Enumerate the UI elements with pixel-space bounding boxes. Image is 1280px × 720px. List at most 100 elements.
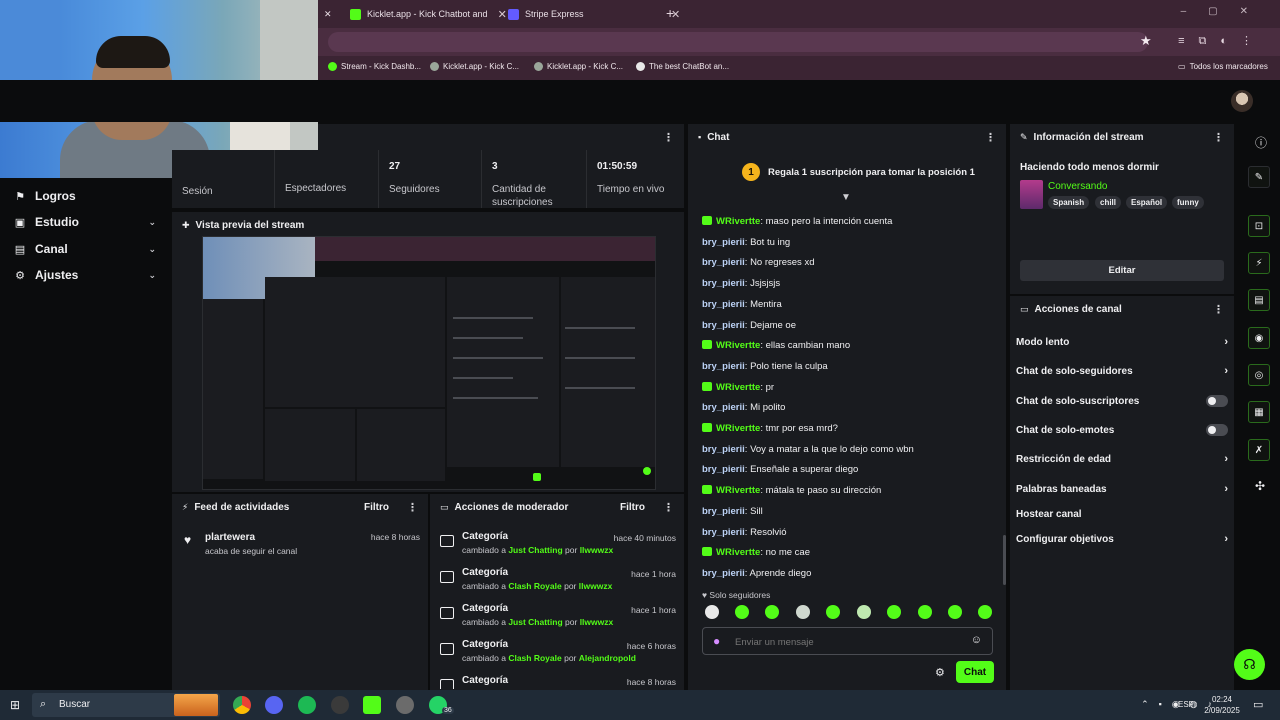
- emote-icon[interactable]: [826, 605, 840, 619]
- stream-preview-video[interactable]: [202, 236, 656, 490]
- language-indicator[interactable]: ESP: [1178, 700, 1194, 709]
- emote-icon[interactable]: [796, 605, 810, 619]
- sidebar-item-logros[interactable]: ⚑ Logros: [14, 186, 164, 206]
- action-set-goals[interactable]: Configurar objetivos ›: [1016, 530, 1228, 548]
- chat-message-input[interactable]: [735, 634, 965, 650]
- document-icon[interactable]: ▤: [1248, 289, 1270, 311]
- chat-username[interactable]: bry_pierii: [702, 527, 745, 538]
- url-field[interactable]: [328, 32, 1148, 52]
- chat-username[interactable]: bry_pierii: [702, 568, 745, 579]
- bookmark-star-icon[interactable]: ★: [1140, 33, 1152, 49]
- chat-username[interactable]: bry_pierii: [702, 361, 745, 372]
- subscribers-only-toggle[interactable]: [1206, 395, 1228, 407]
- chat-username[interactable]: WRivertte: [716, 216, 760, 227]
- chat-username[interactable]: bry_pierii: [702, 278, 745, 289]
- emote-icon[interactable]: [735, 605, 749, 619]
- more-menu-icon[interactable]: ⋮: [663, 501, 674, 514]
- chrome-icon[interactable]: [233, 696, 251, 714]
- emoji-icon[interactable]: ☺: [971, 634, 982, 646]
- spotify-icon[interactable]: [298, 696, 316, 714]
- new-tab-button[interactable]: +: [666, 5, 674, 21]
- more-menu-icon[interactable]: ⋮: [985, 131, 996, 144]
- chat-username[interactable]: bry_pierii: [702, 444, 745, 455]
- chat-username[interactable]: bry_pierii: [702, 237, 745, 248]
- user-avatar[interactable]: [1231, 90, 1253, 112]
- streamlabs-icon[interactable]: [396, 696, 414, 714]
- send-chat-button[interactable]: Chat: [956, 661, 994, 683]
- more-menu-icon[interactable]: ⋮: [1213, 303, 1224, 316]
- apps-icon[interactable]: ✣: [1255, 479, 1265, 493]
- chat-username[interactable]: bry_pierii: [702, 464, 745, 475]
- emote-icon[interactable]: [978, 605, 992, 619]
- crop-icon[interactable]: ⊡: [1248, 215, 1270, 237]
- notifications-icon[interactable]: ▭: [1253, 698, 1263, 711]
- more-menu-icon[interactable]: ⋮: [407, 501, 418, 514]
- chat-username[interactable]: bry_pierii: [702, 506, 745, 517]
- bookmarks-folder[interactable]: ▭ Todos los marcadores: [1178, 62, 1268, 71]
- tab-close-prev[interactable]: ✕: [324, 4, 332, 24]
- tab-kicklet[interactable]: Kicklet.app - Kick Chatbot and ✕: [350, 4, 507, 24]
- chat-username[interactable]: bry_pierii: [702, 257, 745, 268]
- emote-icon[interactable]: [765, 605, 779, 619]
- chat-username[interactable]: bry_pierii: [702, 402, 745, 413]
- kick-app-icon[interactable]: [363, 696, 381, 714]
- broadcast-icon[interactable]: ◎: [1248, 364, 1270, 386]
- chat-settings-gear-icon[interactable]: ⚙: [935, 666, 945, 679]
- bolt-icon[interactable]: ⚡: [1248, 252, 1270, 274]
- action-host-channel[interactable]: Hostear canal: [1016, 505, 1228, 523]
- emote-icon[interactable]: [705, 605, 719, 619]
- bookmark-item[interactable]: Kicklet.app - Kick C...: [534, 62, 623, 71]
- info-icon[interactable]: ⓘ: [1255, 134, 1267, 151]
- bookmark-item[interactable]: The best ChatBot an...: [636, 62, 729, 71]
- edit-icon[interactable]: ✎: [1248, 166, 1270, 188]
- obs-icon[interactable]: [331, 696, 349, 714]
- more-menu-icon[interactable]: ⋮: [1213, 131, 1224, 144]
- close-icon[interactable]: ✕: [498, 8, 507, 21]
- edit-stream-button[interactable]: Editar: [1020, 260, 1224, 281]
- stream-category[interactable]: Conversando: [1048, 181, 1107, 192]
- chat-username[interactable]: WRivertte: [716, 423, 760, 434]
- sub-goal-banner[interactable]: 1 Regala 1 suscripción para tomar la pos…: [742, 162, 982, 182]
- bookmark-item[interactable]: Kicklet.app - Kick C...: [430, 62, 519, 71]
- chat-username[interactable]: bry_pierii: [702, 299, 745, 310]
- taskbar-search[interactable]: ⌕ Buscar: [32, 693, 220, 717]
- bookmark-item[interactable]: Stream - Kick Dashb...: [328, 62, 421, 71]
- emote-icon[interactable]: [918, 605, 932, 619]
- window-controls[interactable]: –▢✕: [1181, 6, 1270, 17]
- chat-scrollbar[interactable]: [1003, 535, 1006, 585]
- action-slow-mode[interactable]: Modo lento ›: [1016, 333, 1228, 351]
- chat-username[interactable]: WRivertte: [716, 547, 760, 558]
- chat-bubble-icon[interactable]: ◉: [1248, 327, 1270, 349]
- chat-username[interactable]: WRivertte: [716, 382, 760, 393]
- wrench-icon[interactable]: ✗: [1248, 439, 1270, 461]
- sidebar-item-canal[interactable]: ▤ Canal ⌄: [14, 239, 164, 259]
- microphone-icon[interactable]: ●: [713, 634, 720, 648]
- chat-username[interactable]: WRivertte: [716, 340, 760, 351]
- sidebar-item-ajustes[interactable]: ⚙ Ajustes ⌄: [14, 265, 164, 285]
- emote-icon[interactable]: [857, 605, 871, 619]
- chat-input-box[interactable]: ● ☺: [702, 627, 993, 655]
- emotes-only-toggle[interactable]: [1206, 424, 1228, 436]
- action-followers-only[interactable]: Chat de solo-seguidores ›: [1016, 362, 1228, 380]
- action-subscribers-only[interactable]: Chat de solo-suscriptores: [1016, 392, 1228, 410]
- filter-button[interactable]: Filtro: [364, 502, 389, 513]
- chat-username[interactable]: bry_pierii: [702, 320, 745, 331]
- filter-button[interactable]: Filtro: [620, 502, 645, 513]
- layout-icon[interactable]: ▦: [1248, 401, 1270, 423]
- emote-icon[interactable]: [887, 605, 901, 619]
- more-menu-icon[interactable]: ⋮: [663, 131, 674, 144]
- windows-start-icon[interactable]: ⊞: [10, 698, 20, 712]
- discord-icon[interactable]: [265, 696, 283, 714]
- emote-icon[interactable]: [948, 605, 962, 619]
- scroll-down-icon[interactable]: ▼: [841, 192, 851, 203]
- system-clock[interactable]: 02:24 2/09/2025: [1200, 694, 1244, 716]
- chat-username[interactable]: WRivertte: [716, 485, 760, 496]
- action-banned-words[interactable]: Palabras baneadas ›: [1016, 480, 1228, 498]
- action-emotes-only[interactable]: Chat de solo-emotes: [1016, 421, 1228, 439]
- sidebar-item-estudio[interactable]: ▣ Estudio ⌄: [14, 212, 164, 232]
- action-age-restriction[interactable]: Restricción de edad ›: [1016, 450, 1228, 468]
- tab-stripe[interactable]: Stripe Express ✕: [508, 4, 680, 24]
- help-chat-button[interactable]: ☊: [1234, 649, 1265, 680]
- browser-toolbar-icons[interactable]: ≡⧉◐⋮: [1178, 34, 1266, 48]
- stripe-favicon-icon: [508, 8, 519, 20]
